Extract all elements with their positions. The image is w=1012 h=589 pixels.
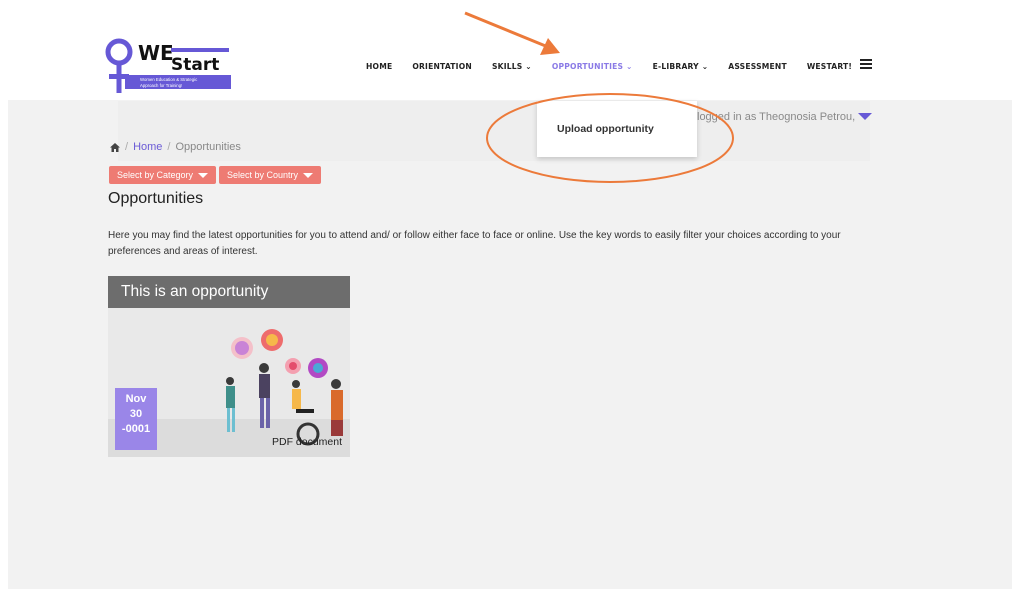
pdf-document-label[interactable]: PDF document <box>272 436 342 448</box>
upload-opportunity-link[interactable]: Upload opportunity <box>557 123 654 135</box>
main-nav: HOME ORIENTATION SKILLS ⌄ OPPORTUNITIES … <box>366 62 872 71</box>
logo-sub: Start <box>171 55 219 75</box>
hamburger-icon[interactable] <box>860 59 872 69</box>
breadcrumb-home[interactable]: Home <box>133 141 162 153</box>
site-header: WE Start Women Education & Strategic App… <box>0 0 1012 100</box>
page-intro: Here you may find the latest opportuniti… <box>108 230 841 257</box>
nav-opportunities[interactable]: OPPORTUNITIES ⌄ <box>552 62 633 71</box>
nav-home[interactable]: HOME <box>366 62 392 71</box>
date-badge: Nov 30 -0001 <box>115 388 157 450</box>
logged-in-text[interactable]: logged in as Theognosia Petrou, <box>697 111 855 123</box>
page-title: Opportunities <box>108 190 204 207</box>
breadcrumb: / Home / Opportunities <box>110 141 241 153</box>
category-filter-label: Select by Category <box>117 170 194 180</box>
logo-tagline-2: Approach for Training! <box>140 83 182 88</box>
date-year: -0001 <box>121 423 151 435</box>
nav-skills[interactable]: SKILLS ⌄ <box>492 62 532 71</box>
date-day: 30 <box>129 408 143 420</box>
logo-brand: WE <box>138 41 174 65</box>
home-icon[interactable] <box>110 142 120 152</box>
breadcrumb-separator: / <box>125 141 129 153</box>
card-header: This is an opportunity <box>108 276 350 308</box>
opportunities-dropdown: Upload opportunity <box>537 101 697 157</box>
user-menu-caret-icon[interactable] <box>858 113 872 120</box>
nav-westart[interactable]: WESTART! <box>807 62 852 71</box>
westart-logo[interactable]: WE Start Women Education & Strategic App… <box>105 37 235 95</box>
people-illustration <box>226 329 343 446</box>
breadcrumb-separator: / <box>167 141 171 153</box>
country-filter-button[interactable]: Select by Country <box>219 166 322 184</box>
nav-assessment[interactable]: ASSESSMENT <box>728 62 787 71</box>
caret-down-icon <box>303 173 314 179</box>
logo-tagline-1: Women Education & Strategic <box>140 77 198 82</box>
opportunity-card[interactable]: This is an opportunity Nov 30 -0001 PDF … <box>108 276 350 457</box>
nav-e-library[interactable]: E-LIBRARY ⌄ <box>653 62 709 71</box>
country-filter-label: Select by Country <box>227 170 299 180</box>
caret-down-icon <box>198 173 209 179</box>
breadcrumb-current: Opportunities <box>175 141 241 153</box>
nav-orientation[interactable]: ORIENTATION <box>412 62 472 71</box>
category-filter-button[interactable]: Select by Category <box>109 166 217 184</box>
card-title: This is an opportunity <box>121 283 269 300</box>
date-month: Nov <box>125 393 147 405</box>
